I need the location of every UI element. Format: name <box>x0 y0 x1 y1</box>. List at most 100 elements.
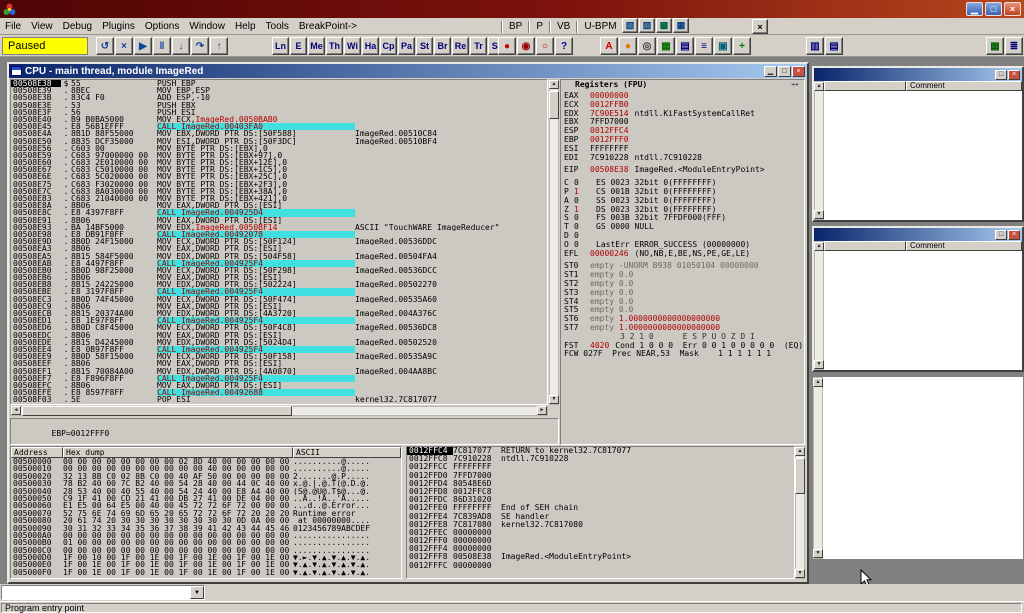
dump-row[interactable]: 005000E01F 00 1E 00 1F 00 1E 00 1F 00 1E… <box>11 561 401 568</box>
scroll-up-icon[interactable]: ▲ <box>814 242 824 251</box>
maximize-icon[interactable]: □ <box>985 2 1002 16</box>
toolbar-close-icon[interactable]: × <box>752 19 768 34</box>
disasm-row[interactable]: 00508E91.8B06MOV EAX,DWORD PTR DS:[ESI] <box>11 217 547 224</box>
column-header-blank[interactable] <box>824 81 906 91</box>
registers-pane[interactable]: Registers (FPU) ◄◄ EAX00000000ECX0012FFB… <box>560 79 805 445</box>
disasm-row[interactable]: 00508EB8.8B15 24225000MOV EDX,DWORD PTR … <box>11 281 547 288</box>
disasm-row[interactable]: 00508E59.C683 97000000 00MOV BYTE PTR DS… <box>11 152 547 159</box>
flag-row[interactable]: C0ES 0023 32bit 0(FFFFFFFF) <box>564 179 804 188</box>
disasm-row[interactable]: 00508EFC.8B06MOV EAX,DWORD PTR DS:[ESI] <box>11 382 547 389</box>
windows-button[interactable]: ▦ <box>986 37 1004 55</box>
flag-row[interactable]: S0FS 003B 32bit 7FFDF000(FFF) <box>564 214 804 223</box>
help-button[interactable]: ? <box>555 37 573 55</box>
disasm-row[interactable]: 00508ECB.8B15 20374A00MOV EDX,DWORD PTR … <box>11 310 547 317</box>
command-combobox[interactable]: ▼ <box>1 585 205 600</box>
menu-plugins[interactable]: Plugins <box>97 19 140 34</box>
column-header-comment[interactable]: Comment <box>906 81 1022 91</box>
panel-th-button[interactable]: Th <box>326 37 343 55</box>
disasm-row[interactable]: 00508EF7.E8 F896F8FFCALL ImageRed.004925… <box>11 375 547 382</box>
disasm-row[interactable]: 00508E7C.C683 8A030000 00MOV BYTE PTR DS… <box>11 188 547 195</box>
disassembly-pane[interactable]: 00508E38$55PUSH EBP00508E39.8BECMOV EBP,… <box>10 79 548 405</box>
stack-row[interactable]: 0012FFFC00000000 <box>407 562 794 570</box>
disasm-row[interactable]: 00508E9D.8B0D 24F15000MOV ECX,DWORD PTR … <box>11 238 547 245</box>
disasm-row[interactable]: 00508E8C.E8 4397F8FFCALL ImageRed.004925… <box>11 209 547 216</box>
maximize-icon[interactable]: □ <box>778 66 791 77</box>
menu-tools[interactable]: Tools <box>261 19 294 34</box>
disasm-row[interactable]: 00508E40.B9 B0BA5000MOV ECX,ImageRed.005… <box>11 116 547 123</box>
disasm-row[interactable]: 00508E50.8B35 DCF35000MOV ESI,DWORD PTR … <box>11 138 547 145</box>
dump-header-hex[interactable]: Hex dump <box>63 447 293 458</box>
register-row-eip[interactable]: EIP00508E38ImageRed.<ModuleEntryPoint> <box>564 166 804 175</box>
disasm-row[interactable]: 00508E3B.83C4 F0ADD ESP,-10 <box>11 94 547 101</box>
minimize-icon[interactable]: ▁ <box>966 2 983 16</box>
panel-cp-button[interactable]: Cp <box>380 37 397 55</box>
disasm-row[interactable]: 00508E8A.8B06MOV EAX,DWORD PTR DS:[ESI] <box>11 202 547 209</box>
disasm-row[interactable]: 00508EFE.E8 8597F8FFCALL ImageRed.004926… <box>11 389 547 396</box>
disasm-row[interactable]: 00508E67.C683 C5010000 00MOV BYTE PTR DS… <box>11 166 547 173</box>
panel-vscrollbar[interactable]: ▲ ▼ <box>813 377 823 559</box>
disasm-row[interactable]: 00508E60.C683 2E010000 00MOV BYTE PTR DS… <box>11 159 547 166</box>
scroll-thumb[interactable] <box>795 458 805 494</box>
disasm-row[interactable]: 00508E39.8BECMOV EBP,ESP <box>11 87 547 94</box>
disasm-row[interactable]: 00508EAB.E8 4497F8FFCALL ImageRed.004925… <box>11 260 547 267</box>
efl-row[interactable]: EFL00000246(NO,NB,E,BE,NS,PE,GE,LE) <box>564 250 804 259</box>
fcw-row[interactable]: FCW 027F Prec NEAR,53 Mask 1 1 1 1 1 1 <box>564 350 804 359</box>
dump-row[interactable]: 0050008020 61 74 20 30 30 30 30 30 30 30… <box>11 517 401 524</box>
scroll-up-icon[interactable]: ▲ <box>813 378 823 387</box>
restart-button[interactable]: ↺ <box>96 37 114 55</box>
close-process-button[interactable]: × <box>115 37 133 55</box>
target-button[interactable]: ◎ <box>638 37 656 55</box>
disasm-row[interactable]: 00508EDC.8B06MOV EAX,DWORD PTR DS:[ESI] <box>11 332 547 339</box>
menu-help[interactable]: Help <box>230 19 261 34</box>
flag-row[interactable]: T0GS 0000 NULL <box>564 223 804 232</box>
dump-row[interactable]: 0050009030 31 32 33 34 35 36 37 38 39 41… <box>11 525 401 532</box>
fpu-pager-icon[interactable]: ◄◄ <box>791 80 804 90</box>
disasm-row[interactable]: 00508EC3.8B0D 74F45000MOV ECX,DWORD PTR … <box>11 296 547 303</box>
columns-button[interactable]: ▤ <box>825 37 843 55</box>
register-row[interactable]: EDI7C910228ntdll.7C910228 <box>564 154 804 163</box>
marker-button[interactable]: ● <box>619 37 637 55</box>
disasm-row[interactable]: 00508F03.5EPOP ESIkernel32.7C817077 <box>11 396 547 403</box>
dump-pane[interactable]: Address Hex dump ASCII 0050000000 00 00 … <box>10 446 402 579</box>
dump-row[interactable]: 0050003078 B2 40 00 7C B2 40 00 54 28 40… <box>11 480 401 487</box>
panel-pa-button[interactable]: Pa <box>398 37 415 55</box>
disasm-row[interactable]: 00508E3E.53PUSH EBX <box>11 102 547 109</box>
menu-options[interactable]: Options <box>140 19 184 34</box>
panel-ln-button[interactable]: Ln <box>272 37 289 55</box>
disasm-row[interactable]: 00508EE4.E8 0B97F8FFCALL ImageRed.004925… <box>11 346 547 353</box>
scroll-down-icon[interactable]: ▼ <box>795 569 805 578</box>
pause-button[interactable]: ‖ <box>153 37 171 55</box>
cpu-window-titlebar[interactable]: CPU - main thread, module ImageRed ▁ □ × <box>9 64 807 78</box>
fst-row[interactable]: FST4020Cond 1 0 0 0 Err 0 0 1 0 0 0 0 0 … <box>564 342 804 351</box>
panel-re-button[interactable]: Re <box>452 37 469 55</box>
grid-button[interactable]: ▦ <box>657 37 675 55</box>
command-input[interactable] <box>2 586 190 599</box>
panel-me-button[interactable]: Me <box>308 37 325 55</box>
dump-row[interactable]: 0050000000 00 00 00 00 00 00 00 02 8D 40… <box>11 458 401 465</box>
scroll-down-icon[interactable]: ▼ <box>814 360 824 369</box>
stack-pane[interactable]: 0012FFC47C817077RETURN to kernel32.7C817… <box>406 446 795 579</box>
dump-row[interactable]: 0050004028 53 40 00 40 55 40 00 54 24 40… <box>11 488 401 495</box>
maximize-icon[interactable]: □ <box>995 230 1007 240</box>
flag-row[interactable]: Z1DS 0023 32bit 0(FFFFFFFF) <box>564 206 804 215</box>
disasm-row[interactable]: 00508EE9.8B0D 58F15000MOV ECX,DWORD PTR … <box>11 353 547 360</box>
disasm-row[interactable]: 00508EBE.E8 3197F8FFCALL ImageRed.004925… <box>11 288 547 295</box>
disasm-row[interactable]: 00508EEF.8B06MOV EAX,DWORD PTR DS:[ESI] <box>11 360 547 367</box>
menu-p[interactable]: P <box>531 19 548 34</box>
disasm-row[interactable]: 00508EB0.8B0D 98F25000MOV ECX,DWORD PTR … <box>11 267 547 274</box>
window-titlebar[interactable]: □ × <box>814 68 1022 81</box>
hex-view-button[interactable]: ▣ <box>714 37 732 55</box>
disasm-row[interactable]: 00508E98.E8 DB91F8FFCALL ImageRed.004920… <box>11 231 547 238</box>
disasm-row[interactable]: 00508EF1.8B15 70084A00MOV EDX,DWORD PTR … <box>11 368 547 375</box>
menu-debug[interactable]: Debug <box>58 19 97 34</box>
layout-button[interactable]: ▤ <box>676 37 694 55</box>
flag-row[interactable]: P1CS 001B 32bit 0(FFFFFFFF) <box>564 188 804 197</box>
panel-br-button[interactable]: Br <box>434 37 451 55</box>
step-over-button[interactable]: ↷ <box>191 37 209 55</box>
menu-file[interactable]: File <box>0 19 26 34</box>
stack-vscrollbar[interactable]: ▲ ▼ <box>795 446 805 579</box>
dump-row[interactable]: 005000C000 00 00 00 00 00 00 00 00 00 00… <box>11 547 401 554</box>
window-vscrollbar[interactable]: ▲ ▼ <box>814 241 824 370</box>
disasm-row[interactable]: 00508E3F.56PUSH ESI <box>11 109 547 116</box>
run-button[interactable]: ▶ <box>134 37 152 55</box>
